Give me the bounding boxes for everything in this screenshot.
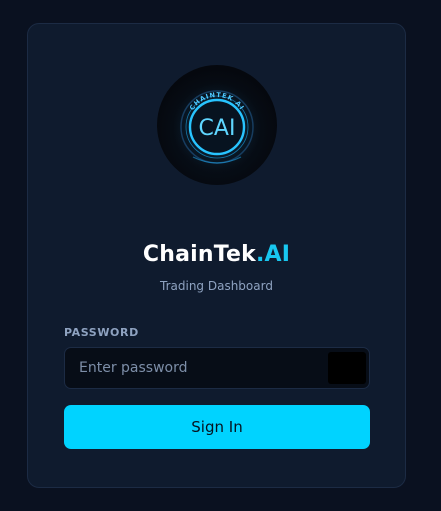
brand-logo: CHAINTEK AI CAI — [157, 65, 277, 185]
brand-suffix: .AI — [255, 242, 291, 267]
brand-name: ChainTek — [142, 242, 256, 267]
sign-in-button[interactable]: Sign In — [64, 405, 370, 449]
logo-emblem-icon: CHAINTEK AI CAI — [173, 83, 261, 171]
password-field — [64, 347, 370, 389]
password-label: PASSWORD — [64, 326, 139, 339]
login-card: CHAINTEK AI CAI ChainTek.AI Trading Dash… — [27, 23, 406, 488]
page-subtitle: Trading Dashboard — [160, 279, 273, 293]
eye-icon[interactable] — [328, 352, 366, 384]
password-input[interactable] — [65, 348, 325, 388]
brand-title: ChainTek.AI — [28, 242, 405, 267]
logo-mark-text: CAI — [199, 116, 236, 141]
